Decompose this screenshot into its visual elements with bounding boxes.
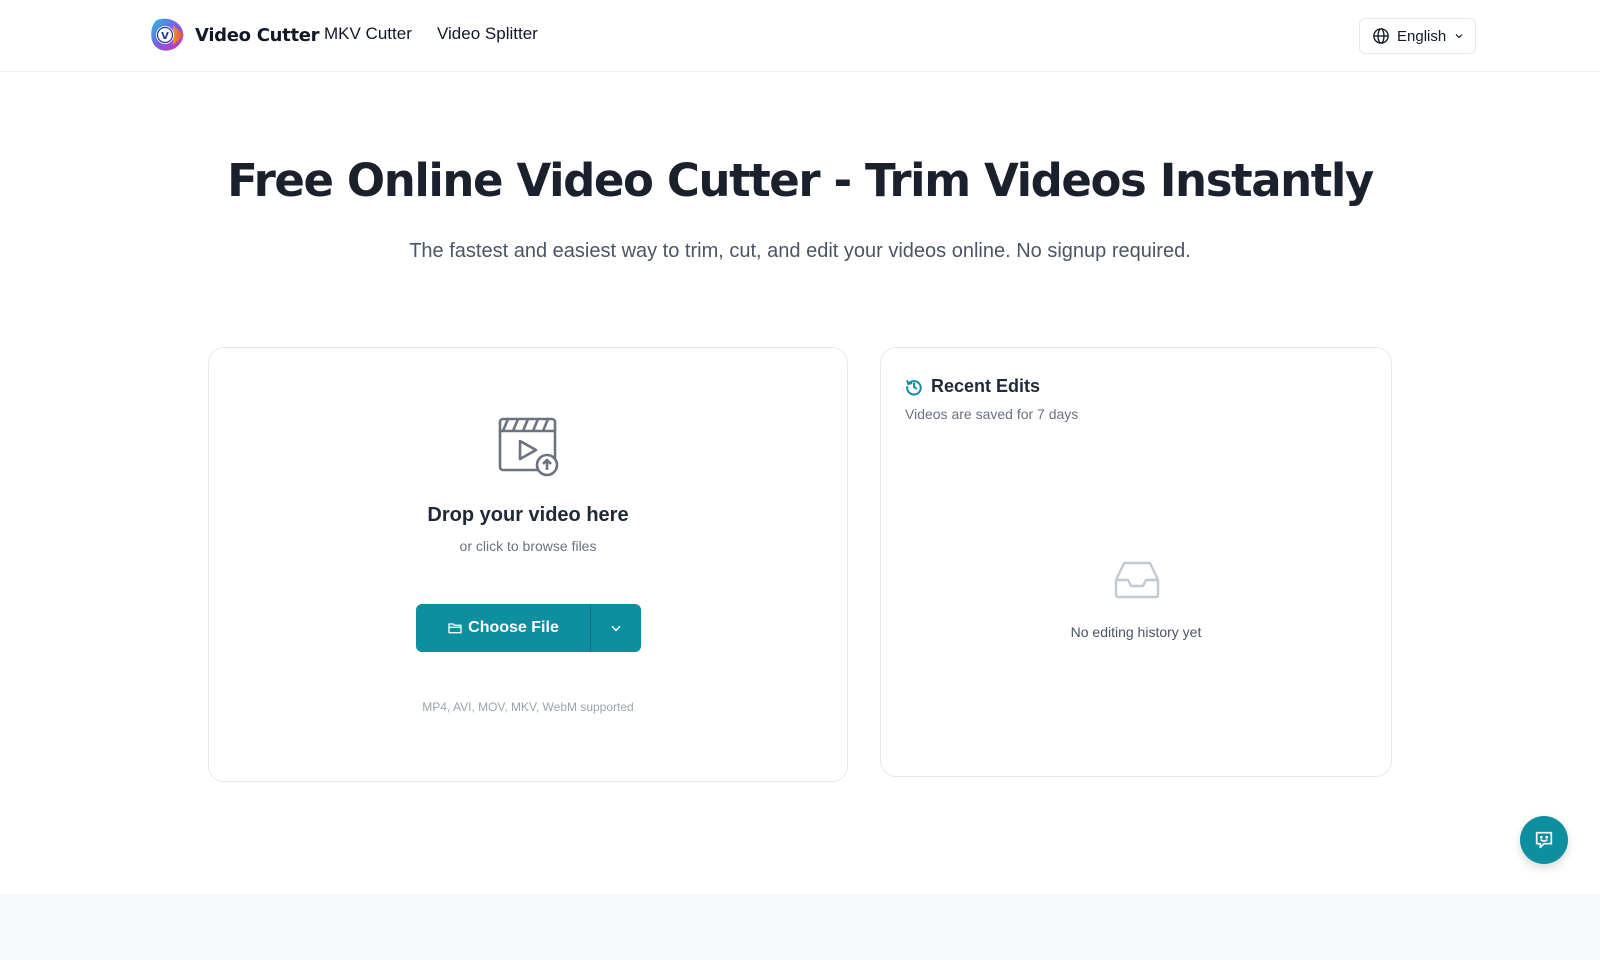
- page-subtitle: The fastest and easiest way to trim, cut…: [409, 240, 1191, 262]
- dropzone-subtitle: or click to browse files: [459, 538, 597, 554]
- recent-edits-header: Recent Edits: [905, 376, 1040, 397]
- chat-support-button[interactable]: [1520, 816, 1568, 864]
- brand-name: Video Cutter: [195, 24, 320, 46]
- video-upload-icon: [498, 417, 559, 477]
- footer-section: [0, 894, 1600, 960]
- svg-text:V: V: [161, 31, 169, 42]
- chevron-down-icon: [611, 625, 621, 632]
- language-selector[interactable]: English: [1359, 18, 1476, 54]
- supported-formats: MP4, AVI, MOV, MKV, WebM supported: [422, 700, 634, 714]
- nav-link-mkv-cutter[interactable]: MKV Cutter: [324, 24, 412, 44]
- inbox-icon: [1114, 561, 1160, 599]
- chat-icon: [1535, 831, 1553, 849]
- recent-edits-panel: Recent Edits Videos are saved for 7 days…: [880, 347, 1392, 777]
- folder-icon: [448, 623, 462, 634]
- choose-file-button[interactable]: Choose File: [416, 604, 591, 652]
- video-cutter-logo-icon: V: [151, 17, 185, 53]
- globe-icon: [1373, 28, 1389, 44]
- empty-history-text: No editing history yet: [1070, 624, 1202, 640]
- page-title: Free Online Video Cutter - Trim Videos I…: [227, 154, 1374, 207]
- nav-link-video-splitter[interactable]: Video Splitter: [437, 24, 538, 44]
- language-label: English: [1397, 27, 1447, 45]
- upload-dropzone[interactable]: Drop your video here or click to browse …: [208, 347, 848, 782]
- choose-file-source-dropdown[interactable]: [591, 604, 641, 652]
- chevron-down-icon: [1455, 34, 1463, 39]
- recent-edits-title: Recent Edits: [931, 376, 1041, 396]
- choose-file-label: Choose File: [468, 619, 559, 636]
- site-header: V Video Cutter MKV Cutter Video Splitter…: [0, 0, 1600, 72]
- choose-file-button-group: Choose File: [416, 604, 641, 652]
- recent-edits-subtitle: Videos are saved for 7 days: [905, 406, 1079, 422]
- history-icon: [906, 379, 922, 395]
- brand-link[interactable]: V Video Cutter: [151, 17, 320, 53]
- dropzone-title: Drop your video here: [427, 504, 629, 526]
